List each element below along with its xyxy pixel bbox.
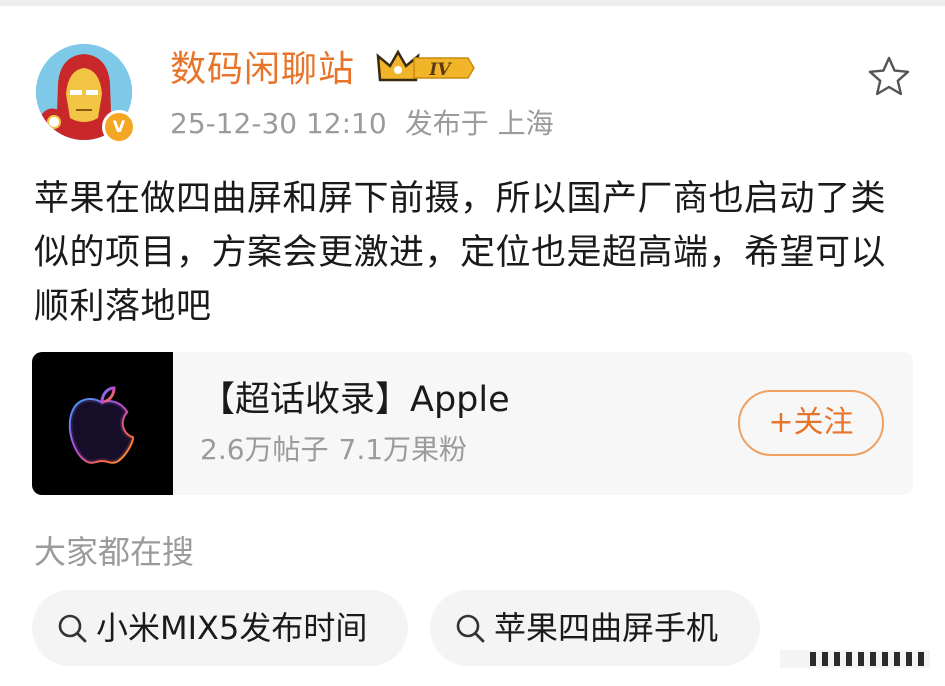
follow-button[interactable]: +关注 (738, 390, 884, 456)
level-badge[interactable]: IV (376, 46, 476, 90)
top-divider (0, 0, 945, 6)
magnifier-icon (58, 614, 87, 643)
supertopic-stats: 2.6万帖子 7.1万果粉 (200, 430, 477, 470)
post-timestamp: 25-12-30 12:10 (170, 107, 387, 140)
search-suggestion-label: 小米MIX5发布时间 (96, 609, 368, 647)
search-suggestion-chip[interactable]: 小米MIX5发布时间 (32, 590, 408, 666)
watermark-logo (780, 650, 930, 668)
post-location: 发布于 上海 (404, 107, 554, 140)
level-text: IV (428, 60, 452, 80)
verified-badge: V (102, 110, 136, 144)
search-suggestion-label: 苹果四曲屏手机 (494, 609, 719, 647)
star-outline-icon (868, 56, 910, 96)
supertopic-thumbnail (32, 352, 173, 495)
favorite-button[interactable] (866, 54, 912, 100)
search-suggestion-chip[interactable]: 苹果四曲屏手机 (430, 590, 760, 666)
trending-search-heading: 大家都在搜 (34, 533, 195, 571)
supertopic-fans-count: 7.1万果粉 (338, 433, 468, 466)
author-name[interactable]: 数码闲聊站 (170, 46, 355, 94)
post-meta: 25-12-30 12:10 发布于 上海 (170, 104, 572, 144)
supertopic-title: 【超话收录】Apple (200, 380, 510, 420)
magnifier-icon (456, 614, 485, 643)
supertopic-posts-count: 2.6万帖子 (200, 433, 329, 466)
post-body: 苹果在做四曲屏和屏下前摄，所以国产厂商也启动了类似的项目，方案会更激进，定位也是… (34, 179, 887, 327)
apple-logo-icon (68, 386, 135, 464)
supertopic-card[interactable]: 【超话收录】Apple 2.6万帖子 7.1万果粉 +关注 (32, 352, 913, 495)
crown-icon: IV (376, 49, 475, 82)
weibo-post-view: V 数码闲聊站 IV 25-12-30 12:10 发布于 上海 苹果在做四曲屏和… (0, 0, 945, 686)
